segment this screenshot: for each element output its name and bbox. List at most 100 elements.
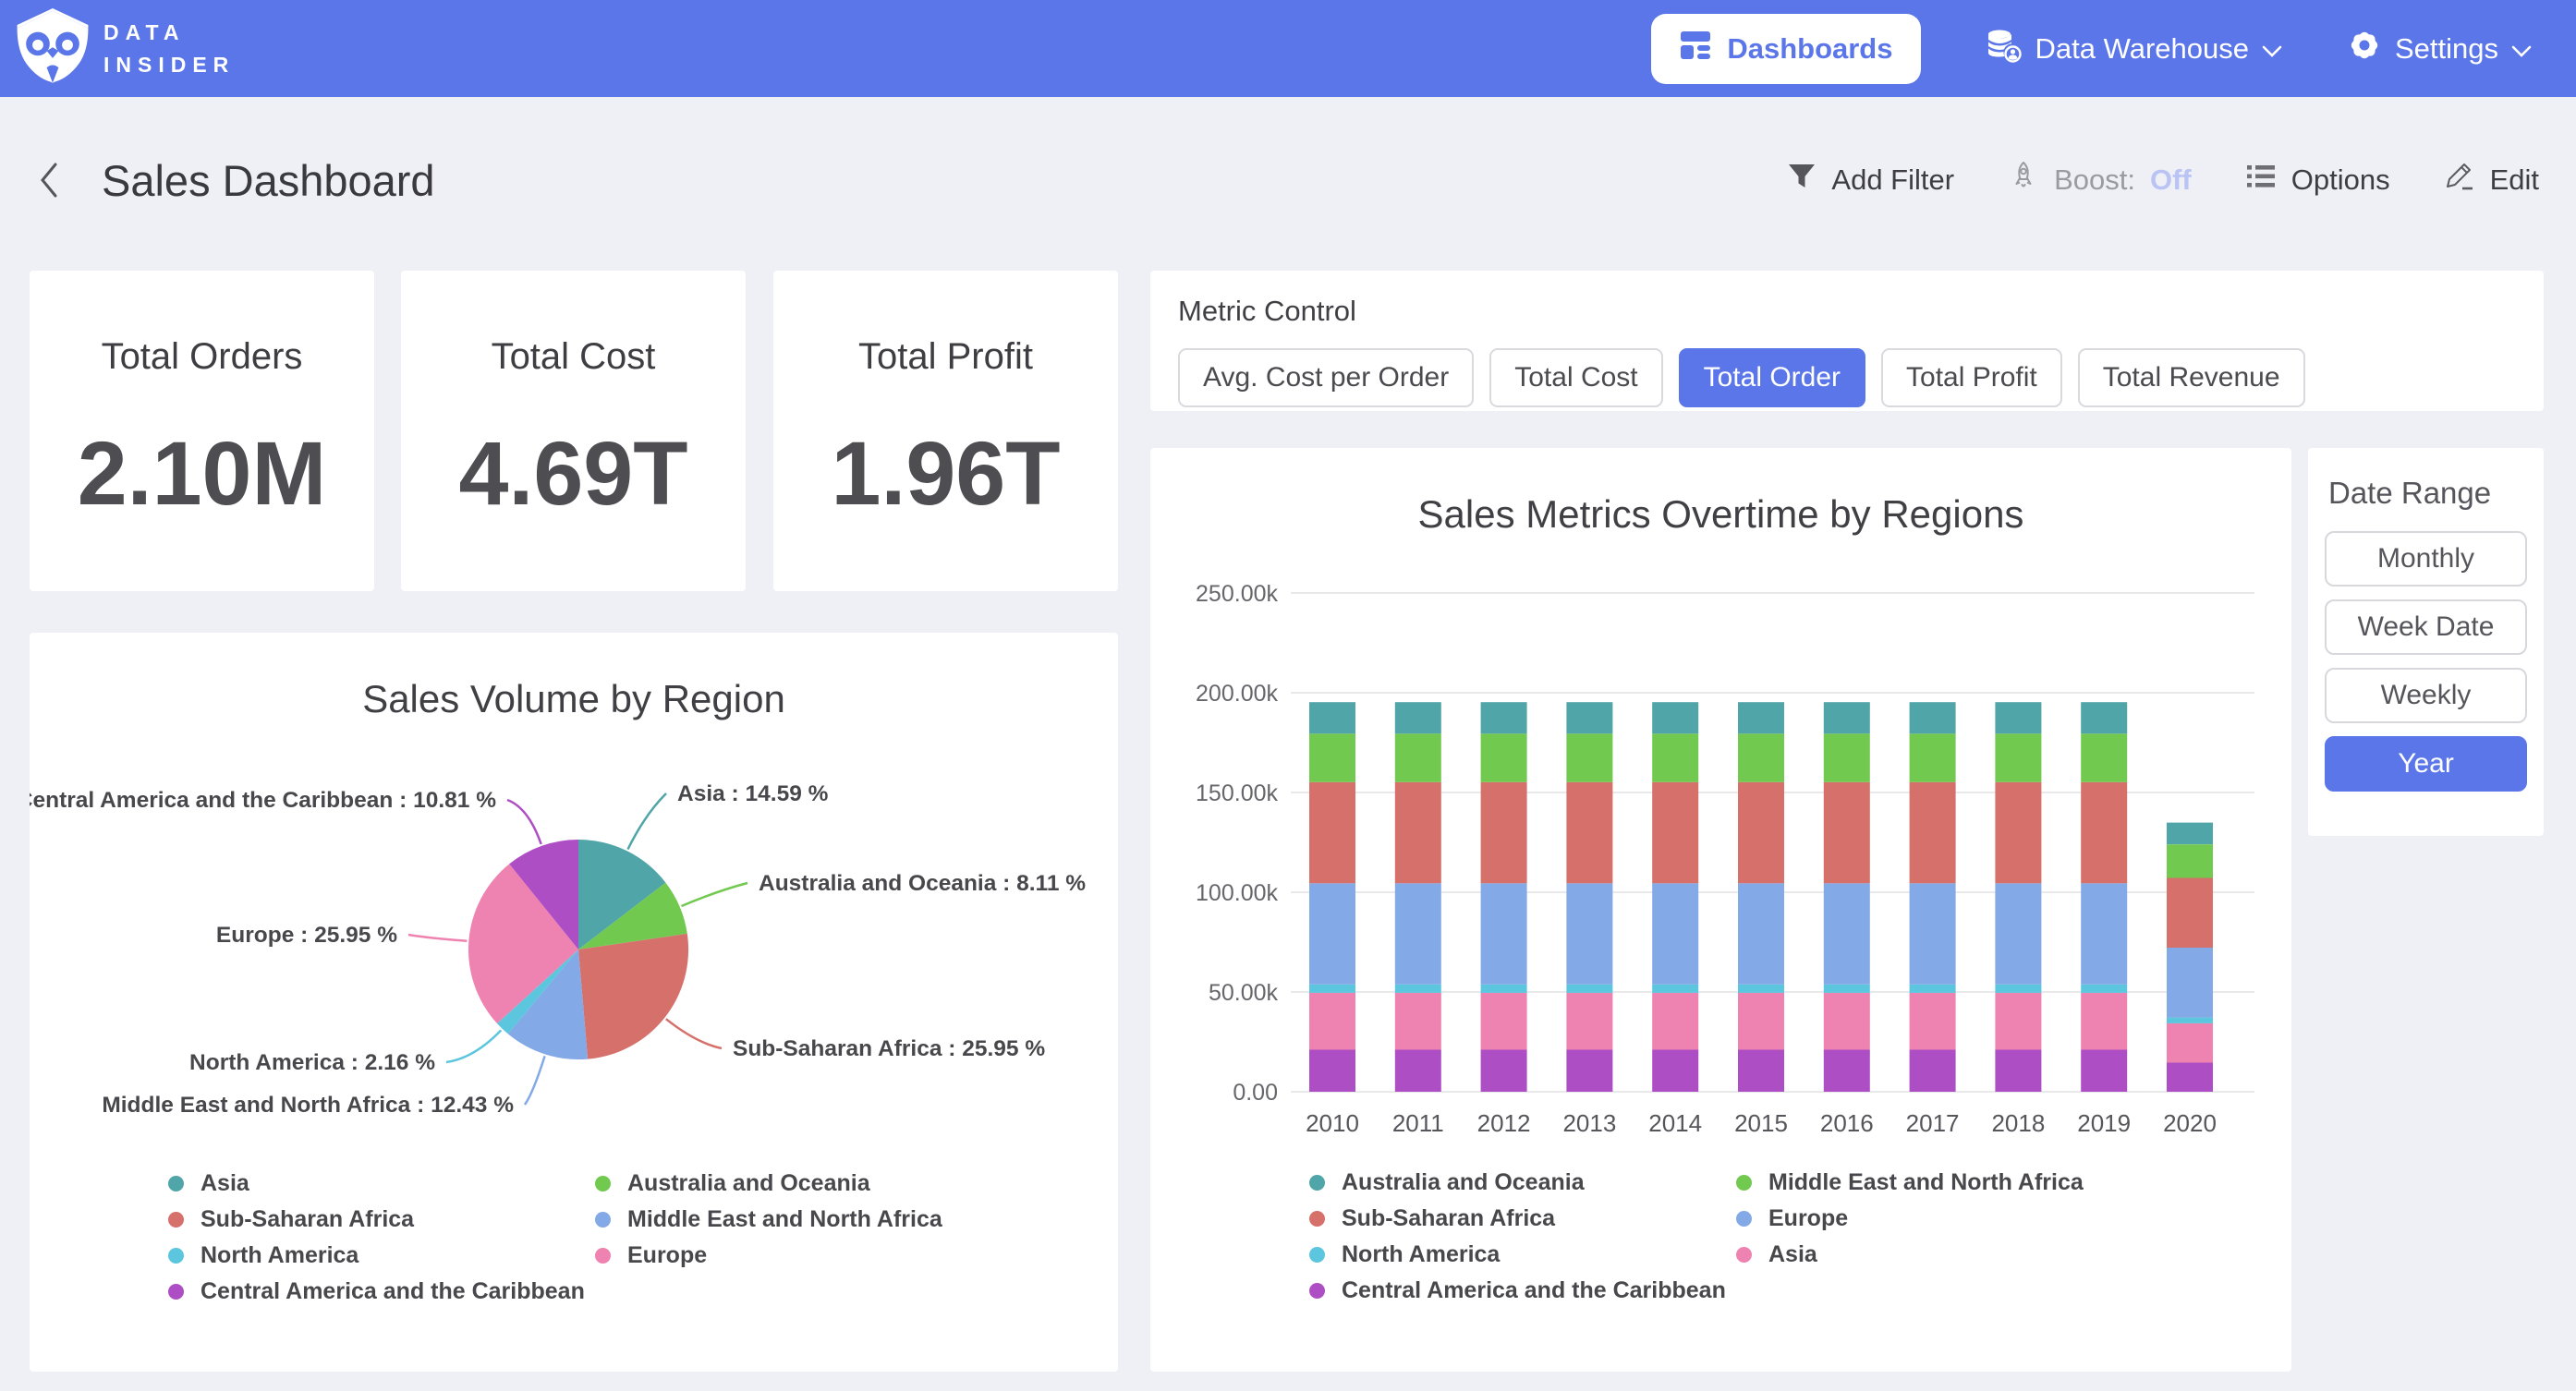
nav-data-warehouse[interactable]: Data Warehouse [1986,27,2282,71]
pie-slice-sub-saharan-africa[interactable] [578,934,688,1059]
bar-2018-australia-and-oceania[interactable] [1995,702,2041,733]
bar-2012-asia[interactable] [1481,993,1527,1050]
bar-2015-sub-saharan-africa[interactable] [1738,782,1784,884]
edit-button[interactable]: Edit [2444,161,2539,200]
bar-2013-asia[interactable] [1566,993,1612,1050]
bar-2010-australia-and-oceania[interactable] [1309,702,1355,733]
metric-option-total-cost[interactable]: Total Cost [1489,348,1662,407]
bar-2013-middle-east-and-north-africa[interactable] [1566,733,1612,782]
bar-2012-europe[interactable] [1481,883,1527,985]
bar-2011-north-america[interactable] [1395,985,1441,993]
bar-2011-middle-east-and-north-africa[interactable] [1395,733,1441,782]
metric-option-total-order[interactable]: Total Order [1679,348,1865,407]
bar-2019-europe[interactable] [2081,883,2127,985]
legend-item-europe[interactable]: Europe [595,1243,942,1267]
date-option-week-date[interactable]: Week Date [2325,599,2527,655]
bar-2018-asia[interactable] [1995,993,2041,1050]
bar-2010-central-america-and-the-caribbean[interactable] [1309,1049,1355,1092]
bar-2016-sub-saharan-africa[interactable] [1824,782,1870,884]
nav-dashboards[interactable]: Dashboards [1651,14,1920,84]
legend-item-north-america[interactable]: North America [168,1243,595,1267]
bar-2014-sub-saharan-africa[interactable] [1652,782,1698,884]
metric-option-avg-cost-per-order[interactable]: Avg. Cost per Order [1178,348,1474,407]
legend-item-asia[interactable]: Asia [168,1171,595,1195]
bar-2015-north-america[interactable] [1738,985,1784,993]
nav-settings[interactable]: Settings [2347,28,2532,70]
bar-2019-asia[interactable] [2081,993,2127,1050]
metric-option-total-revenue[interactable]: Total Revenue [2078,348,2305,407]
bar-2012-australia-and-oceania[interactable] [1481,702,1527,733]
add-filter-button[interactable]: Add Filter [1787,162,1954,199]
bar-2013-sub-saharan-africa[interactable] [1566,782,1612,884]
bar-2014-central-america-and-the-caribbean[interactable] [1652,1049,1698,1092]
boost-toggle[interactable]: Boost: Off [2008,160,2192,200]
bar-2010-asia[interactable] [1309,993,1355,1050]
bar-2016-central-america-and-the-caribbean[interactable] [1824,1049,1870,1092]
metric-option-total-profit[interactable]: Total Profit [1881,348,2062,407]
bar-2020-central-america-and-the-caribbean[interactable] [2167,1063,2213,1093]
bar-2015-central-america-and-the-caribbean[interactable] [1738,1049,1784,1092]
back-button[interactable] [35,159,63,201]
bar-2020-middle-east-and-north-africa[interactable] [2167,844,2213,877]
bar-2013-north-america[interactable] [1566,985,1612,993]
legend-item-north-america[interactable]: North America [1309,1242,1736,1266]
bar-2011-australia-and-oceania[interactable] [1395,702,1441,733]
bar-2015-middle-east-and-north-africa[interactable] [1738,733,1784,782]
bar-2019-sub-saharan-africa[interactable] [2081,782,2127,884]
bar-2015-asia[interactable] [1738,993,1784,1050]
bar-2010-middle-east-and-north-africa[interactable] [1309,733,1355,782]
bar-2014-australia-and-oceania[interactable] [1652,702,1698,733]
bar-2016-north-america[interactable] [1824,985,1870,993]
bar-2013-europe[interactable] [1566,883,1612,985]
bar-2015-australia-and-oceania[interactable] [1738,702,1784,733]
bar-2017-australia-and-oceania[interactable] [1910,702,1956,733]
bar-2019-australia-and-oceania[interactable] [2081,702,2127,733]
bar-2012-north-america[interactable] [1481,985,1527,993]
bar-2014-middle-east-and-north-africa[interactable] [1652,733,1698,782]
bar-2014-asia[interactable] [1652,993,1698,1050]
bar-2017-sub-saharan-africa[interactable] [1910,782,1956,884]
bar-2012-middle-east-and-north-africa[interactable] [1481,733,1527,782]
legend-item-asia[interactable]: Asia [1736,1242,2084,1266]
date-option-monthly[interactable]: Monthly [2325,531,2527,587]
bar-2011-asia[interactable] [1395,993,1441,1050]
legend-item-middle-east-and-north-africa[interactable]: Middle East and North Africa [595,1207,942,1231]
bar-2010-europe[interactable] [1309,883,1355,985]
bar-2017-asia[interactable] [1910,993,1956,1050]
legend-item-europe[interactable]: Europe [1736,1206,2084,1230]
bar-2017-north-america[interactable] [1910,985,1956,993]
bar-2016-australia-and-oceania[interactable] [1824,702,1870,733]
legend-item-middle-east-and-north-africa[interactable]: Middle East and North Africa [1736,1170,2084,1194]
bar-2014-europe[interactable] [1652,883,1698,985]
bar-2016-europe[interactable] [1824,883,1870,985]
legend-item-australia-and-oceania[interactable]: Australia and Oceania [1309,1170,1736,1194]
date-option-weekly[interactable]: Weekly [2325,668,2527,723]
date-option-year[interactable]: Year [2325,736,2527,792]
brand-logo[interactable]: DATA INSIDER [15,7,235,90]
bar-2016-middle-east-and-north-africa[interactable] [1824,733,1870,782]
bar-2020-sub-saharan-africa[interactable] [2167,877,2213,948]
legend-item-central-america-and-the-caribbean[interactable]: Central America and the Caribbean [1309,1278,1736,1302]
legend-item-central-america-and-the-caribbean[interactable]: Central America and the Caribbean [168,1279,595,1303]
bar-2019-north-america[interactable] [2081,985,2127,993]
bar-2012-sub-saharan-africa[interactable] [1481,782,1527,884]
bar-2020-europe[interactable] [2167,948,2213,1018]
bar-2018-central-america-and-the-caribbean[interactable] [1995,1049,2041,1092]
bar-2017-central-america-and-the-caribbean[interactable] [1910,1049,1956,1092]
bar-2020-asia[interactable] [2167,1023,2213,1063]
options-button[interactable]: Options [2245,163,2390,198]
bar-2017-europe[interactable] [1910,883,1956,985]
bar-2018-sub-saharan-africa[interactable] [1995,782,2041,884]
bar-2013-central-america-and-the-caribbean[interactable] [1566,1049,1612,1092]
bar-2013-australia-and-oceania[interactable] [1566,702,1612,733]
bar-2015-europe[interactable] [1738,883,1784,985]
bar-2020-australia-and-oceania[interactable] [2167,823,2213,845]
bar-2017-middle-east-and-north-africa[interactable] [1910,733,1956,782]
bar-2018-middle-east-and-north-africa[interactable] [1995,733,2041,782]
legend-item-sub-saharan-africa[interactable]: Sub-Saharan Africa [1309,1206,1736,1230]
legend-item-australia-and-oceania[interactable]: Australia and Oceania [595,1171,942,1195]
bar-2011-central-america-and-the-caribbean[interactable] [1395,1049,1441,1092]
bar-2012-central-america-and-the-caribbean[interactable] [1481,1049,1527,1092]
bar-2019-central-america-and-the-caribbean[interactable] [2081,1049,2127,1092]
bar-2014-north-america[interactable] [1652,985,1698,993]
